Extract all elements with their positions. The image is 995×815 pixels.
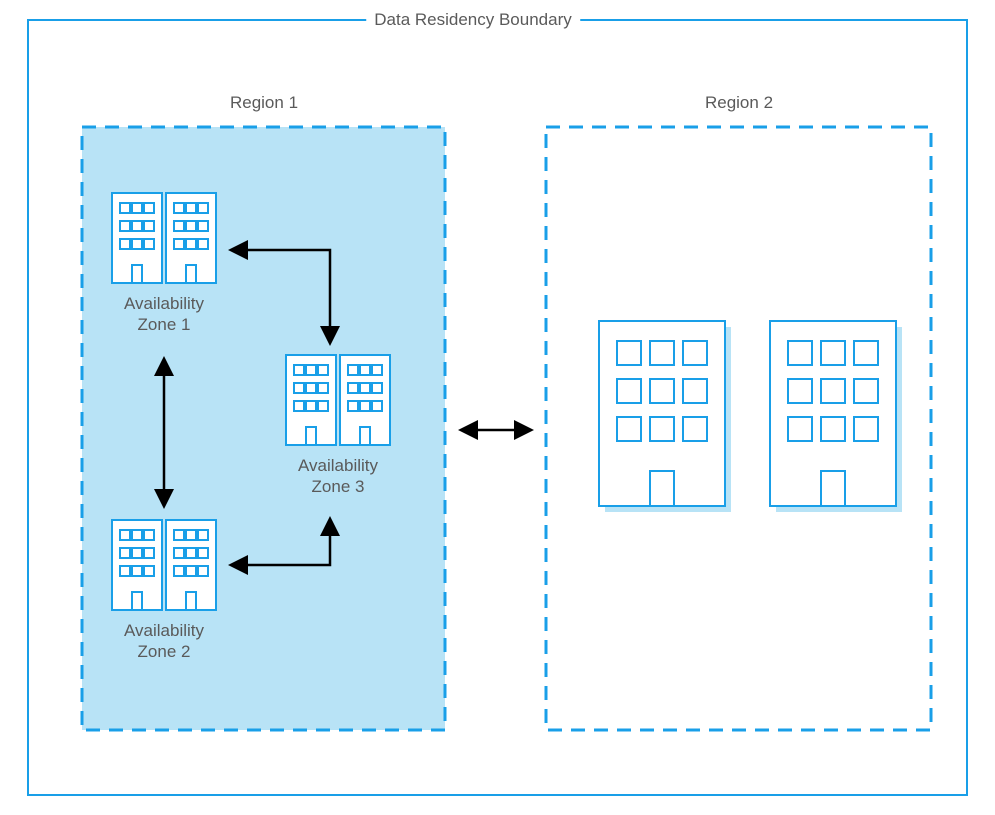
az1-label: Availability Zone 1 (124, 293, 204, 336)
diagram-canvas: Data Residency Boundary Region 1 Region … (0, 0, 995, 815)
az2-label: Availability Zone 2 (124, 620, 204, 663)
building-icon (599, 321, 731, 512)
region-2-label: Region 2 (705, 92, 773, 113)
az3-label: Availability Zone 3 (298, 455, 378, 498)
boundary-title: Data Residency Boundary (366, 9, 580, 30)
building-icon (770, 321, 902, 512)
diagram-svg (0, 0, 995, 815)
region-1-label: Region 1 (230, 92, 298, 113)
